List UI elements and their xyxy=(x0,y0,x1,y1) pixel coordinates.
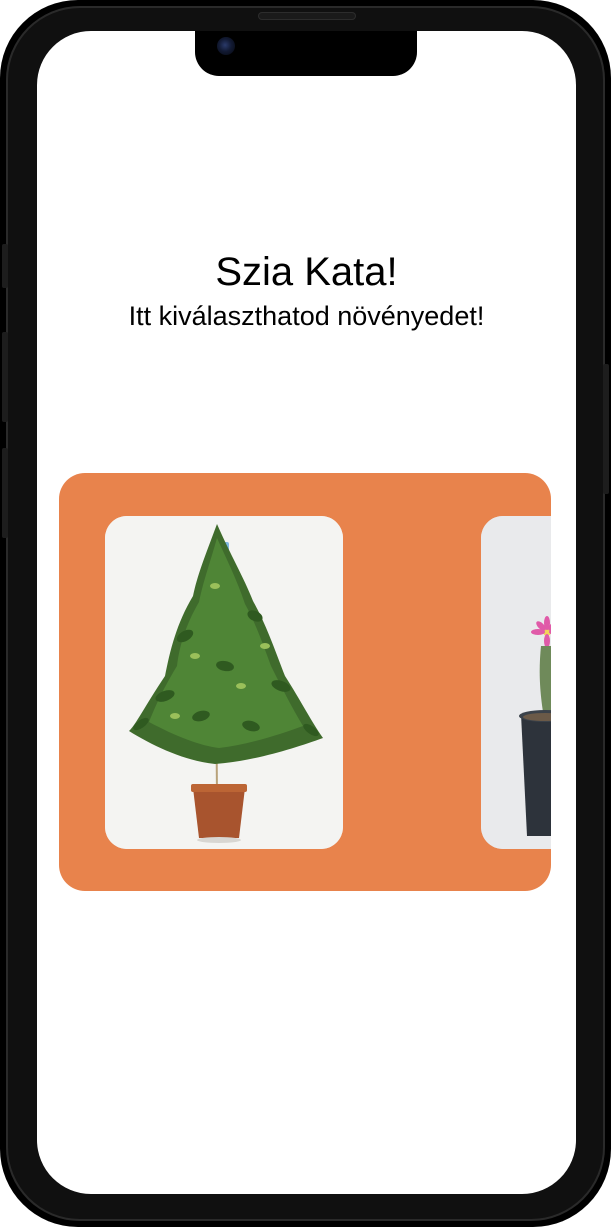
phone-frame: Szia Kata! Itt kiválaszthatod növényedet… xyxy=(0,0,611,1227)
plant-carousel[interactable] xyxy=(59,473,551,891)
power-button xyxy=(603,364,609,494)
volume-down-button xyxy=(2,448,8,538)
plant-card-cactus[interactable] xyxy=(481,516,551,849)
greeting-subtitle: Itt kiválaszthatod növényedet! xyxy=(128,301,485,331)
silent-switch xyxy=(2,244,8,288)
volume-up-button xyxy=(2,332,8,422)
app-screen: Szia Kata! Itt kiválaszthatod növényedet… xyxy=(37,31,576,1194)
greeting-title: Szia Kata! xyxy=(215,250,398,294)
earpiece-speaker xyxy=(258,12,356,20)
plant-card-ficus[interactable] xyxy=(105,516,343,849)
flowering-cactus-image xyxy=(481,516,551,849)
ficus-plant-image xyxy=(105,516,343,849)
front-camera-icon xyxy=(217,37,235,55)
